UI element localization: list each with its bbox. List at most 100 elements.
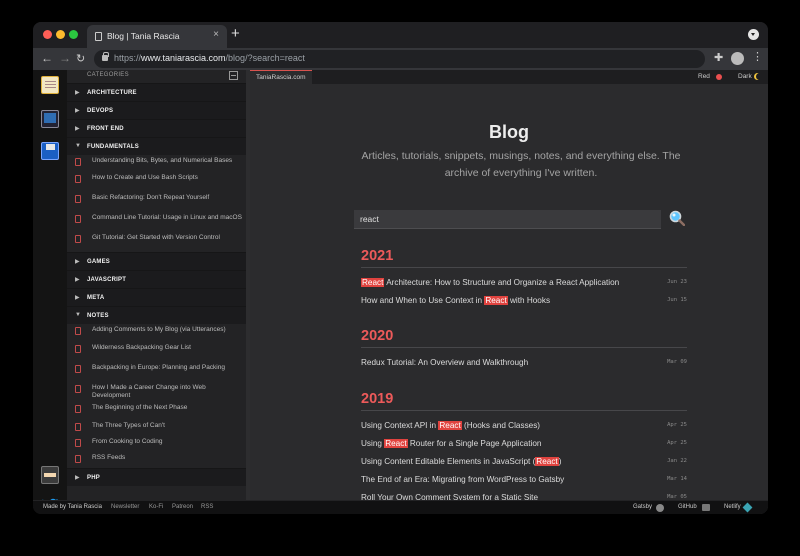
search-highlight[interactable]: React: [484, 296, 508, 305]
new-tab-button[interactable]: +: [231, 25, 240, 42]
sidebar-post-label[interactable]: Backpacking in Europe: Planning and Pack…: [92, 364, 242, 372]
archive-post-row[interactable]: Redux Tutorial: An Overview and Walkthro…: [361, 358, 687, 372]
post-title-link[interactable]: How and When to Use Context in React wit…: [361, 296, 550, 305]
archive-post-row[interactable]: How and When to Use Context in React wit…: [361, 296, 687, 310]
chevron-right-icon[interactable]: ▶: [75, 89, 80, 96]
post-title-text[interactable]: Using Context API in: [361, 421, 438, 430]
category-label[interactable]: PHP: [87, 475, 100, 481]
sidebar-post-label[interactable]: The Beginning of the Next Phase: [92, 404, 242, 412]
magnifier-search-icon[interactable]: [669, 210, 686, 227]
chevron-down-icon[interactable]: ▼: [75, 312, 81, 318]
sidebar-post-label[interactable]: Understanding Bits, Bytes, and Numerical…: [92, 157, 242, 165]
sidebar-post-link[interactable]: How I Made a Career Change into Web Deve…: [67, 382, 250, 400]
chevron-right-icon[interactable]: ▶: [75, 125, 80, 132]
archive-post-row[interactable]: Using React Router for a Single Page App…: [361, 439, 687, 453]
footer-kofi-link[interactable]: Ko-Fi: [149, 504, 163, 510]
category-notes[interactable]: ▼ NOTES: [67, 306, 250, 324]
category-label[interactable]: FRONT END: [87, 126, 124, 132]
window-close-button[interactable]: [43, 30, 52, 39]
window-maximize-button[interactable]: [69, 30, 78, 39]
gatsby-icon[interactable]: [656, 504, 664, 512]
category-meta[interactable]: ▶ META: [67, 288, 250, 306]
sidebar-post-link[interactable]: The Beginning of the Next Phase: [67, 402, 250, 420]
footer-credit[interactable]: Made by Tania Rascia: [43, 504, 102, 510]
chevron-right-icon[interactable]: ▶: [75, 258, 80, 265]
sidebar-post-link[interactable]: How to Create and Use Bash Scripts: [67, 172, 250, 190]
url-text[interactable]: https://www.taniarascia.com/blog/?search…: [114, 53, 305, 63]
sidebar-post-label[interactable]: RSS Feeds: [92, 454, 242, 462]
category-games[interactable]: ▶ GAMES: [67, 252, 250, 270]
sidebar-post-label[interactable]: Basic Refactoring: Don't Repeat Yourself: [92, 194, 242, 202]
netlify-icon[interactable]: [742, 502, 753, 513]
profile-avatar[interactable]: [731, 52, 744, 65]
address-bar[interactable]: https://www.taniarascia.com/blog/?search…: [94, 50, 705, 68]
sidebar-post-link[interactable]: Git Tutorial: Get Started with Version C…: [67, 232, 250, 250]
archive-post-row[interactable]: The End of an Era: Migrating from WordPr…: [361, 475, 687, 489]
sidebar-post-label[interactable]: Adding Comments to My Blog (via Utteranc…: [92, 326, 242, 334]
search-highlight[interactable]: React: [384, 439, 408, 448]
lock-icon[interactable]: [102, 52, 109, 61]
search-highlight[interactable]: React: [361, 278, 385, 287]
red-dot-icon[interactable]: [716, 74, 722, 80]
footer-gatsby-link[interactable]: Gatsby: [633, 504, 652, 510]
category-label[interactable]: ARCHITECTURE: [87, 90, 137, 96]
github-icon[interactable]: [702, 504, 710, 511]
footer-patreon-link[interactable]: Patreon: [172, 504, 193, 510]
post-title-text[interactable]: How and When to Use Context in: [361, 296, 484, 305]
browser-tab[interactable]: Blog | Tania Rascia ×: [87, 25, 227, 48]
collapse-all-icon[interactable]: [229, 71, 238, 80]
sidebar-post-label[interactable]: Command Line Tutorial: Usage in Linux an…: [92, 214, 242, 222]
post-title-text[interactable]: (Hooks and Classes): [462, 421, 540, 430]
chevron-right-icon[interactable]: ▶: [75, 474, 80, 481]
category-label[interactable]: META: [87, 295, 104, 301]
floppy-disk-icon[interactable]: [41, 142, 59, 160]
category-label[interactable]: JAVASCRIPT: [87, 277, 126, 283]
post-title-link[interactable]: React Architecture: How to Structure and…: [361, 278, 619, 287]
archive-post-row[interactable]: React Architecture: How to Structure and…: [361, 278, 687, 292]
reload-button[interactable]: ↻: [76, 52, 85, 65]
chevron-right-icon[interactable]: ▶: [75, 294, 80, 301]
post-title-link[interactable]: The End of an Era: Migrating from WordPr…: [361, 475, 564, 484]
search-highlight[interactable]: React: [535, 457, 559, 466]
extensions-puzzle-icon[interactable]: ✚: [714, 51, 723, 64]
category-devops[interactable]: ▶ DEVOPS: [67, 101, 250, 119]
sidebar-post-label[interactable]: Wilderness Backpacking Gear List: [92, 344, 242, 352]
sidebar-post-link[interactable]: Backpacking in Europe: Planning and Pack…: [67, 362, 250, 380]
sidebar-post-label[interactable]: Git Tutorial: Get Started with Version C…: [92, 234, 242, 242]
post-title-text[interactable]: The End of an Era: Migrating from WordPr…: [361, 475, 564, 484]
site-home-label[interactable]: TaniaRascia.com: [256, 74, 306, 81]
post-title-text[interactable]: Using: [361, 439, 384, 448]
post-title-link[interactable]: Redux Tutorial: An Overview and Walkthro…: [361, 358, 528, 367]
post-title-text[interactable]: Redux Tutorial: An Overview and Walkthro…: [361, 358, 528, 367]
forward-button[interactable]: →: [59, 51, 71, 65]
post-title-link[interactable]: Using React Router for a Single Page App…: [361, 439, 541, 448]
post-title-text[interactable]: with Hooks: [508, 296, 550, 305]
tab-close-icon[interactable]: ×: [213, 29, 219, 40]
site-home-tab[interactable]: TaniaRascia.com: [250, 70, 312, 84]
red-theme-toggle[interactable]: Red: [698, 73, 710, 80]
sidebar-post-link[interactable]: Understanding Bits, Bytes, and Numerical…: [67, 155, 250, 173]
sidebar-post-link[interactable]: Basic Refactoring: Don't Repeat Yourself: [67, 192, 250, 210]
category-label[interactable]: NOTES: [87, 313, 109, 319]
moon-icon[interactable]: [756, 73, 763, 80]
footer-newsletter-link[interactable]: Newsletter: [111, 504, 139, 510]
ninja-avatar-icon[interactable]: [41, 466, 59, 484]
footer-github-link[interactable]: GitHub: [678, 504, 697, 510]
category-front-end[interactable]: ▶ FRONT END: [67, 119, 250, 137]
search-highlight[interactable]: React: [438, 421, 462, 430]
post-title-link[interactable]: Using Context API in React (Hooks and Cl…: [361, 421, 540, 430]
terminal-icon[interactable]: [41, 110, 59, 128]
sidebar-post-link[interactable]: Command Line Tutorial: Usage in Linux an…: [67, 212, 250, 230]
sidebar-post-label[interactable]: How I Made a Career Change into Web Deve…: [92, 384, 242, 400]
chevron-right-icon[interactable]: ▶: [75, 276, 80, 283]
category-javascript[interactable]: ▶ JAVASCRIPT: [67, 270, 250, 288]
post-title-text[interactable]: Router for a Single Page Application: [408, 439, 542, 448]
category-label[interactable]: GAMES: [87, 259, 110, 265]
category-fundamentals[interactable]: ▼ FUNDAMENTALS: [67, 137, 250, 155]
back-button[interactable]: ←: [41, 51, 53, 65]
post-title-text[interactable]: Architecture: How to Structure and Organ…: [384, 278, 619, 287]
category-label[interactable]: FUNDAMENTALS: [87, 144, 139, 150]
window-minimize-button[interactable]: [56, 30, 65, 39]
sidebar-post-label[interactable]: From Cooking to Coding: [92, 438, 242, 446]
sidebar-post-label[interactable]: The Three Types of Can't: [92, 422, 242, 430]
